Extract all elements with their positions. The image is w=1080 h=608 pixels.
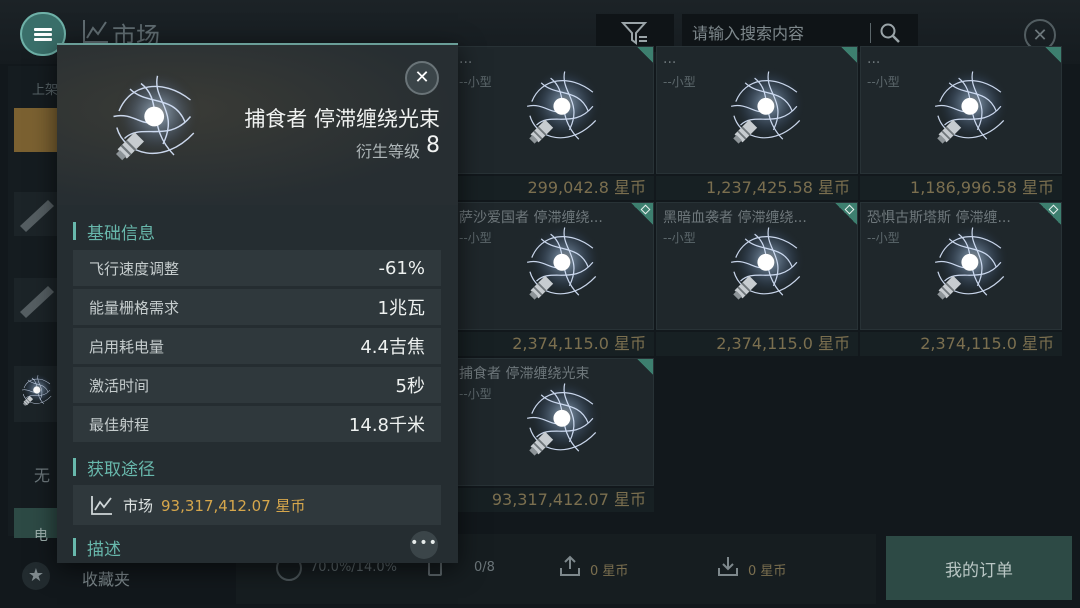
- badge-icon: [1045, 47, 1061, 63]
- item-card-price: 2,374,115.0 星币: [860, 332, 1062, 356]
- item-name: 捕食者 停滞缠绕光束: [244, 107, 440, 131]
- item-card-price: 299,042.8 星币: [452, 176, 654, 200]
- item-card-size: --小型: [459, 231, 492, 245]
- item-card-image: [526, 221, 603, 302]
- item-card-size: --小型: [663, 75, 696, 89]
- diamond-badge-icon: [1039, 203, 1061, 225]
- search-icon[interactable]: [879, 22, 901, 44]
- stat-row: 飞行速度调整 -61%: [73, 250, 441, 286]
- section-description: 描述: [73, 535, 121, 560]
- left-list-header: 上架: [32, 83, 59, 98]
- item-card-price: 1,186,996.58 星币: [860, 176, 1062, 200]
- stat-value: 5秒: [395, 376, 425, 397]
- my-orders-button[interactable]: 我的订单: [886, 536, 1072, 600]
- item-card-price: 1,237,425.58 星币: [656, 176, 858, 200]
- meta-level-value: 8: [426, 133, 440, 158]
- left-tab-label: 电: [34, 528, 48, 544]
- item-card-price: 2,374,115.0 星币: [656, 332, 858, 356]
- left-item-thumb[interactable]: [14, 182, 58, 246]
- section-source: 获取途径: [73, 455, 155, 480]
- favorites-label: 收藏夹: [82, 570, 131, 589]
- item-grid: ... --小型 299,042.8 星币... --小型 1,237,425.58 星…: [452, 46, 1062, 516]
- source-label: 市场: [123, 496, 154, 515]
- star-icon: ★: [22, 562, 50, 590]
- popup-close-button[interactable]: ✕: [405, 61, 439, 95]
- menu-icon: [34, 26, 52, 43]
- stat-row: 最佳射程 14.8千米: [73, 406, 441, 442]
- item-card-image: [730, 221, 807, 302]
- item-card-size: --小型: [867, 75, 900, 89]
- item-card-name: ...: [663, 51, 677, 67]
- stat-value: 1兆瓦: [377, 298, 425, 319]
- item-card-image: [934, 65, 1011, 146]
- item-card[interactable]: ... --小型: [452, 46, 654, 174]
- order-count: 0/8: [474, 560, 495, 575]
- item-card[interactable]: 捕食者 停滞缠绕光束 --小型: [452, 358, 654, 486]
- filter-icon: [621, 22, 648, 45]
- item-card[interactable]: 萨沙爱国者 停滞缠绕... --小型: [452, 202, 654, 330]
- item-card-size: --小型: [663, 231, 696, 245]
- stat-row: 激活时间 5秒: [73, 367, 441, 403]
- meta-level-label: 衍生等级: [355, 142, 420, 161]
- item-card-image: [730, 65, 807, 146]
- section-basic-info: 基础信息: [73, 219, 155, 244]
- item-card-price: 2,374,115.0 星币: [452, 332, 654, 356]
- item-card[interactable]: ... --小型: [860, 46, 1062, 174]
- close-icon: ✕: [414, 67, 430, 88]
- stat-row: 启用耗电量 4.4吉焦: [73, 328, 441, 364]
- search-input[interactable]: [682, 23, 862, 43]
- buy-total: 0 星币: [748, 564, 787, 579]
- item-card-image: [526, 377, 603, 458]
- market-chart-icon: [91, 496, 112, 515]
- more-icon[interactable]: •••: [410, 531, 438, 559]
- stat-label: 激活时间: [89, 376, 150, 395]
- item-icon: [112, 68, 203, 163]
- left-item-thumb[interactable]: [14, 108, 58, 152]
- source-market-row[interactable]: 市场 93,317,412.07 星币: [73, 485, 441, 525]
- item-card-size: --小型: [459, 75, 492, 89]
- item-card[interactable]: 恐惧古斯塔斯 停滞缠... --小型: [860, 202, 1062, 330]
- search-divider: [870, 23, 871, 43]
- item-card[interactable]: 黑暗血袭者 停滞缠绕... --小型: [656, 202, 858, 330]
- left-item-thumb[interactable]: [14, 268, 58, 332]
- item-card-image: [934, 221, 1011, 302]
- stat-value: 4.4吉焦: [360, 337, 425, 358]
- stat-label: 最佳射程: [89, 415, 150, 434]
- market-chart-icon: [83, 20, 108, 43]
- item-card[interactable]: ... --小型: [656, 46, 858, 174]
- upload-tray-icon: [560, 555, 580, 576]
- stat-value: -61%: [378, 257, 425, 279]
- stat-value: 14.8千米: [348, 415, 425, 436]
- stat-label: 启用耗电量: [89, 337, 165, 356]
- download-tray-icon: [718, 557, 738, 576]
- stat-label: 能量栅格需求: [89, 298, 180, 317]
- badge-icon: [841, 47, 857, 63]
- diamond-badge-icon: [631, 203, 653, 225]
- badge-icon: [637, 47, 653, 63]
- item-card-name: ...: [459, 51, 473, 67]
- sell-total: 0 星币: [590, 564, 629, 579]
- item-card-name: ...: [867, 51, 881, 67]
- left-empty-label: 无: [34, 466, 51, 485]
- source-price: 93,317,412.07 星币: [161, 496, 306, 515]
- item-card-size: --小型: [459, 387, 492, 401]
- stats-table: 飞行速度调整 -61% 能量栅格需求 1兆瓦启用耗电量 4.4吉焦激活时间 5秒最佳射程 1…: [73, 250, 441, 445]
- close-icon: ✕: [1032, 24, 1048, 46]
- item-detail-popup: ✕ 捕食者 停滞缠绕光束 衍生等级 8 基础信息 飞行速度调整 -61% 能量栅格需…: [57, 43, 458, 563]
- left-item-thumb[interactable]: [14, 360, 58, 424]
- stat-label: 飞行速度调整: [89, 259, 180, 278]
- diamond-badge-icon: [835, 203, 857, 225]
- badge-icon: [637, 359, 653, 375]
- item-card-size: --小型: [867, 231, 900, 245]
- item-card-price: 93,317,412.07 星币: [452, 488, 654, 512]
- item-card-image: [526, 65, 603, 146]
- stat-row: 能量栅格需求 1兆瓦: [73, 289, 441, 325]
